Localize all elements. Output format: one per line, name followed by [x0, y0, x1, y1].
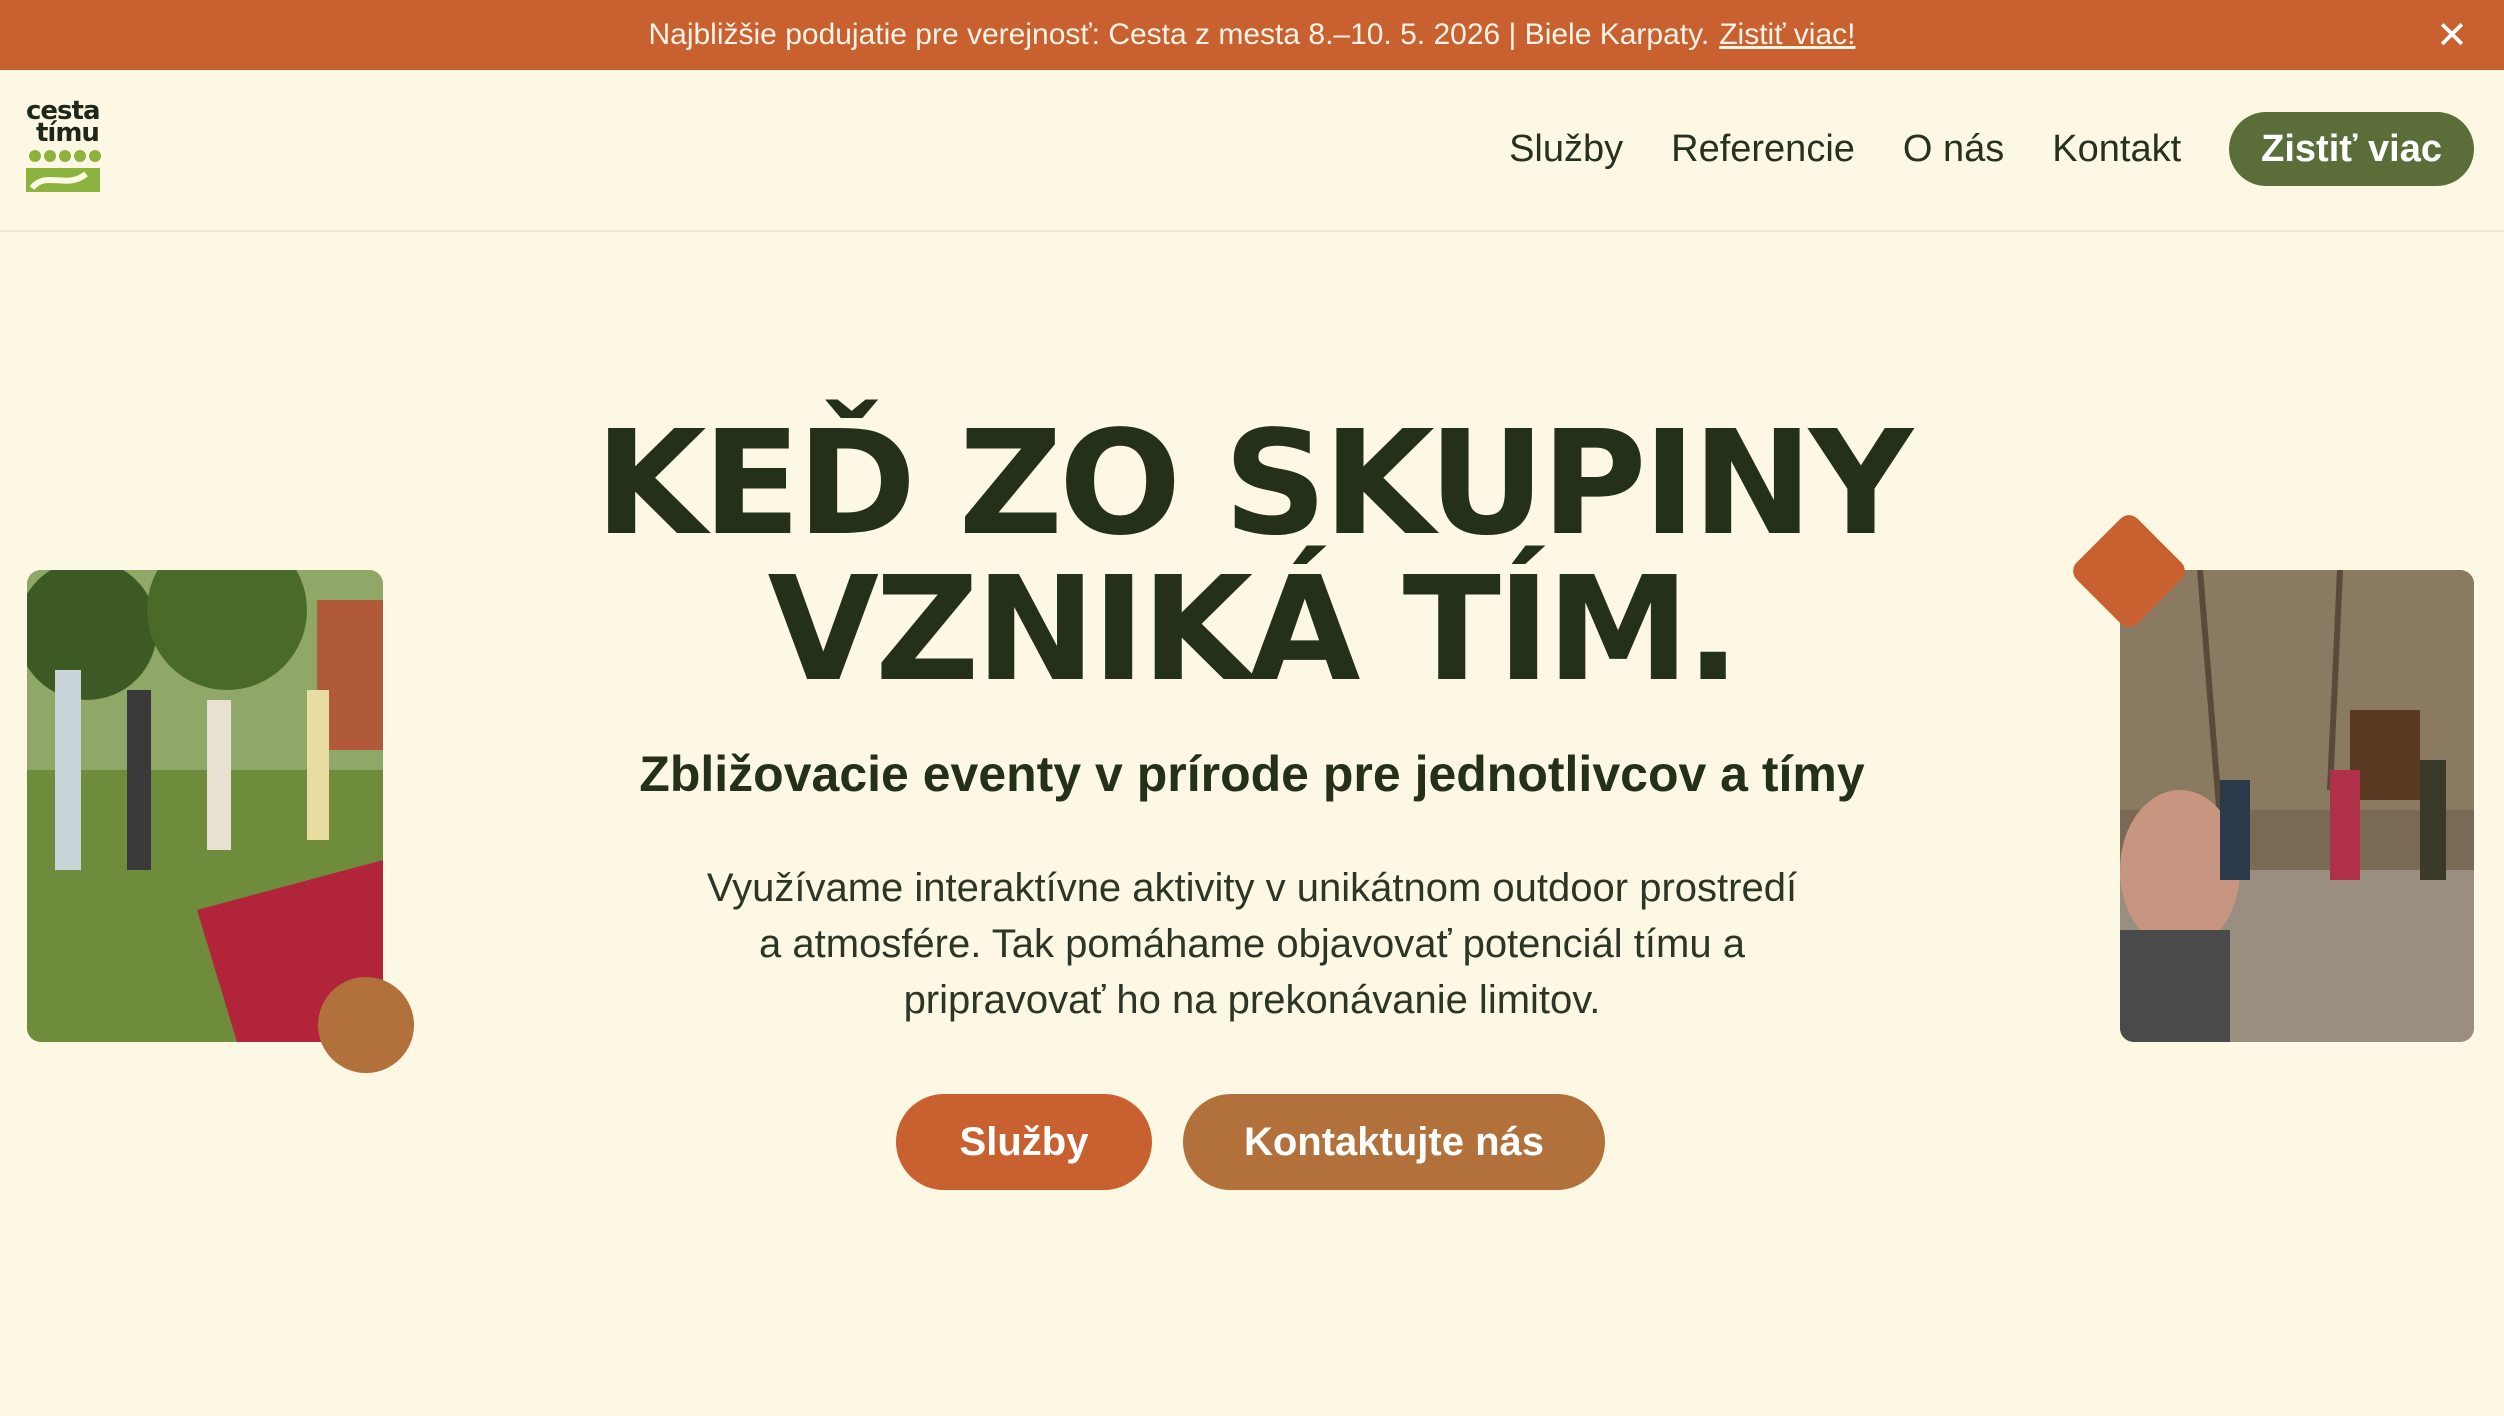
services-button[interactable]: Služby [896, 1094, 1152, 1190]
close-icon[interactable]: ✕ [2434, 15, 2470, 57]
logo-dots [26, 150, 106, 162]
hero-description-line1: Využívame interaktívne aktivity v unikát… [706, 866, 1798, 910]
hero-title-line2: VZNIKÁ TÍM. [767, 545, 1741, 713]
hero-description-line2: a atmosfére. Tak pomáhame objavovať pote… [759, 922, 1745, 966]
announcement-link[interactable]: Zistiť viac! [1719, 18, 1855, 52]
contact-us-button[interactable]: Kontaktujte nás [1183, 1094, 1605, 1190]
nav-item-sluzby[interactable]: Služby [1509, 128, 1623, 171]
hero-title-line1: KEĎ ZO SKUPINY [594, 399, 1913, 567]
decorative-circle [318, 977, 414, 1073]
nav-cta-button[interactable]: Zistiť viac [2229, 112, 2474, 186]
nav-item-o-nas[interactable]: O nás [1903, 128, 2004, 171]
announcement-bar: Najbližšie podujatie pre verejnosť: Cest… [0, 0, 2504, 70]
hero-description-line3: pripravovať ho na prekonávanie limitov. [903, 978, 1601, 1022]
site-header: cesta tímu Služby Referencie O nás Konta… [0, 70, 2504, 232]
logo-text-line2: tímu [36, 118, 100, 148]
hero-subtitle: Zbližovacie eventy v prírode pre jednotl… [639, 746, 1865, 802]
hero-title: KEĎ ZO SKUPINY VZNIKÁ TÍM. [0, 410, 2504, 702]
nav-item-referencie[interactable]: Referencie [1671, 128, 1855, 171]
main-nav: Služby Referencie O nás Kontakt Zistiť v… [1461, 112, 2474, 186]
logo[interactable]: cesta tímu [26, 98, 106, 200]
announcement-text: Najbližšie podujatie pre verejnosť: Cest… [648, 18, 1710, 51]
hero-description: Využívame interaktívne aktivity v unikát… [652, 860, 1852, 1028]
logo-path-icon [26, 168, 100, 192]
nav-item-kontakt[interactable]: Kontakt [2052, 128, 2181, 171]
